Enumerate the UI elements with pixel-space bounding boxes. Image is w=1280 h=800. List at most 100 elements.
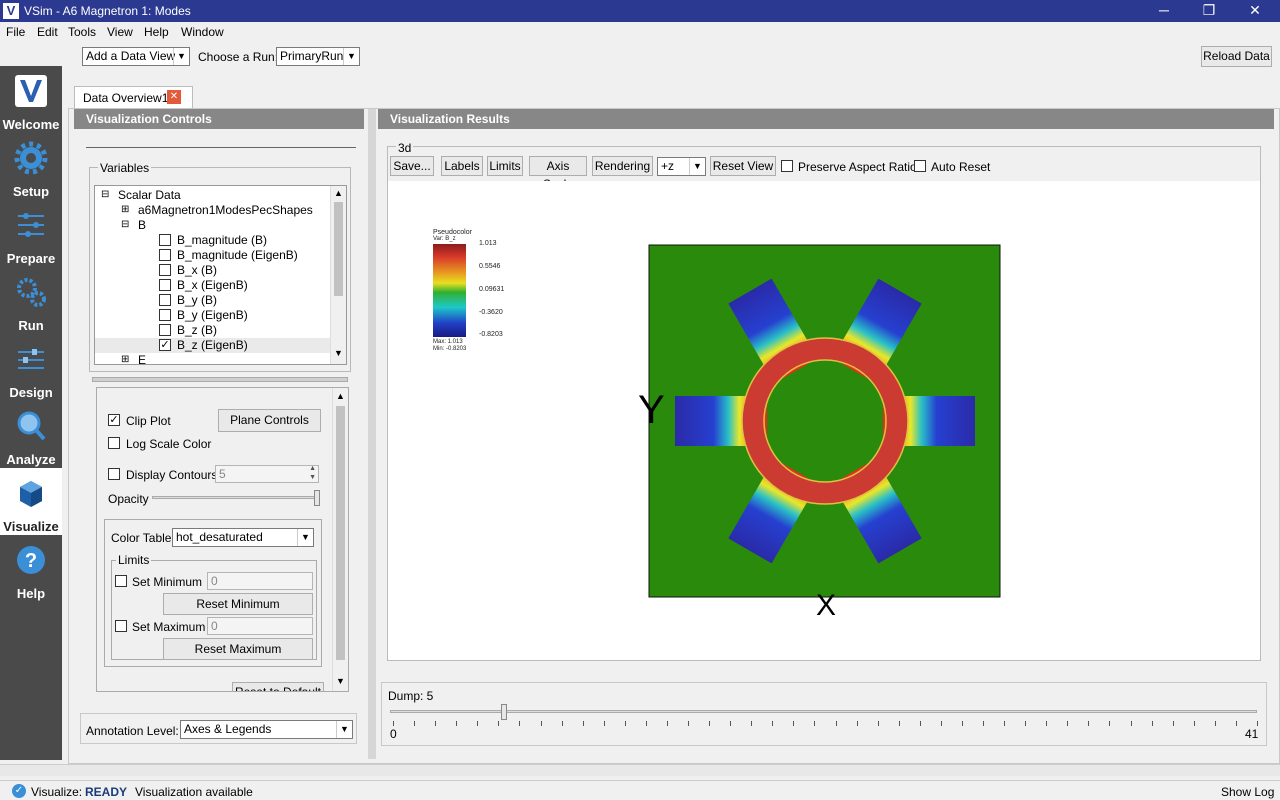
tree-node-e[interactable]: E [138, 353, 146, 364]
menu-help[interactable]: Help [144, 25, 169, 39]
tree-row[interactable]: ✓ B_z (EigenB) [95, 338, 331, 353]
reset-to-default-button[interactable]: Reset to Default [232, 682, 324, 691]
run-select[interactable]: PrimaryRun ▼ [276, 47, 360, 66]
legend-tick: 1.013 [479, 240, 497, 247]
splitter[interactable] [368, 109, 376, 759]
sidebar-item-label: Help [16, 586, 46, 601]
gear-icon [14, 141, 48, 175]
scroll-up-icon[interactable]: ▲ [336, 391, 345, 401]
sidebar: Welcome Setup Prepare Run Design Analyze… [0, 66, 62, 760]
tree-row[interactable]: B_y (B) [95, 293, 331, 308]
reset-minimum-button[interactable]: Reset Minimum [163, 593, 313, 615]
stepper-arrows-icon[interactable]: ▲ ▼ [309, 464, 316, 482]
scroll-up-icon[interactable]: ▲ [334, 188, 343, 198]
menu-file[interactable]: File [6, 25, 25, 39]
limits-button[interactable]: Limits [487, 156, 523, 176]
show-log-button[interactable]: Show Log [1221, 785, 1274, 799]
sidebar-item-prepare[interactable]: Prepare [0, 200, 62, 267]
expand-icon[interactable]: ⊞ [121, 204, 129, 215]
sidebar-item-analyze[interactable]: Analyze [0, 401, 62, 468]
tree-node-shapes[interactable]: a6Magnetron1ModesPecShapes [138, 203, 313, 217]
minimize-icon[interactable]: ─ [1149, 2, 1179, 20]
set-minimum-checkbox[interactable] [115, 575, 127, 587]
variable-checkbox[interactable] [159, 309, 171, 321]
plot-options: ✓ Clip Plot Plane Controls Log Scale Col… [96, 387, 349, 692]
slider-tick [919, 721, 921, 726]
dump-slider-handle[interactable] [501, 704, 508, 720]
labels-button[interactable]: Labels [441, 156, 483, 176]
close-icon[interactable]: ✕ [1240, 2, 1270, 20]
horizontal-scrollbar[interactable] [0, 764, 1280, 776]
restore-icon[interactable]: ❐ [1194, 2, 1224, 20]
set-maximum-checkbox[interactable] [115, 620, 127, 632]
sidebar-item-help[interactable]: ? Help [0, 535, 62, 602]
reset-maximum-button[interactable]: Reset Maximum [163, 638, 313, 660]
menu-tools[interactable]: Tools [68, 25, 96, 39]
panel-splitter[interactable] [92, 377, 348, 382]
menu-window[interactable]: Window [181, 25, 224, 39]
sidebar-item-run[interactable]: Run [0, 267, 62, 334]
tab-data-overview[interactable]: Data Overview1 ✕ [74, 86, 193, 108]
reset-view-button[interactable]: Reset View [710, 156, 776, 176]
menu-view[interactable]: View [107, 25, 133, 39]
slider-tick [1214, 721, 1216, 726]
scroll-down-icon[interactable]: ▼ [336, 676, 345, 686]
variable-checkbox[interactable] [159, 234, 171, 246]
view-direction-select[interactable]: +z ▼ [657, 157, 706, 176]
variable-checkbox[interactable] [159, 294, 171, 306]
rendering-button[interactable]: Rendering [592, 156, 653, 176]
contours-stepper[interactable]: 5 ▲ ▼ [215, 465, 319, 483]
tree-row[interactable]: B_x (EigenB) [95, 278, 331, 293]
sidebar-item-design[interactable]: Design [0, 334, 62, 401]
scroll-thumb[interactable] [336, 406, 345, 660]
opacity-label: Opacity [108, 492, 149, 506]
tree-node-scalar[interactable]: Scalar Data [118, 188, 181, 202]
variable-label: B_z (B) [177, 323, 218, 337]
close-tab-icon[interactable]: ✕ [167, 90, 181, 104]
menu-edit[interactable]: Edit [37, 25, 58, 39]
log-scale-checkbox[interactable] [108, 437, 120, 449]
reload-data-button[interactable]: Reload Data [1201, 46, 1272, 67]
display-contours-checkbox[interactable] [108, 468, 120, 480]
variable-checkbox[interactable] [159, 279, 171, 291]
save-button[interactable]: Save... [390, 156, 434, 176]
options-scrollbar[interactable]: ▲ ▼ [332, 388, 348, 691]
plane-controls-button[interactable]: Plane Controls [218, 409, 321, 432]
scroll-down-icon[interactable]: ▼ [334, 348, 343, 358]
sidebar-item-setup[interactable]: Setup [0, 133, 62, 200]
collapse-icon[interactable]: ⊟ [101, 189, 109, 200]
render-view[interactable]: Pseudocolor Var: B_z 1.013 0.5546 0.0963… [388, 181, 1260, 660]
auto-reset-checkbox[interactable] [914, 160, 926, 172]
opacity-slider[interactable] [152, 496, 318, 499]
annotation-level-select[interactable]: Axes & Legends ▼ [180, 720, 353, 739]
scroll-thumb[interactable] [334, 202, 343, 296]
color-table-select[interactable]: hot_desaturated ▼ [172, 528, 314, 547]
dump-label: Dump: 5 [388, 689, 434, 703]
tree-scrollbar[interactable]: ▲ ▼ [330, 186, 346, 364]
maximum-field[interactable]: 0 [207, 617, 313, 635]
sidebar-item-visualize[interactable]: Visualize [0, 468, 62, 535]
preserve-aspect-checkbox[interactable] [781, 160, 793, 172]
tree-row[interactable]: B_y (EigenB) [95, 308, 331, 323]
expand-icon[interactable]: ⊞ [121, 354, 129, 364]
variable-checkbox[interactable] [159, 249, 171, 261]
variable-checkbox[interactable]: ✓ [159, 339, 171, 351]
dump-slider[interactable] [390, 710, 1257, 713]
tree-row[interactable]: B_magnitude (B) [95, 233, 331, 248]
tree-row[interactable]: B_magnitude (EigenB) [95, 248, 331, 263]
sliders-icon [18, 213, 44, 237]
minimum-field[interactable]: 0 [207, 572, 313, 590]
axis-scale-button[interactable]: Axis Scale [529, 156, 587, 191]
variable-checkbox[interactable] [159, 264, 171, 276]
tree-node-b[interactable]: B [138, 218, 146, 232]
variable-label: B_magnitude (EigenB) [177, 248, 298, 262]
sidebar-item-welcome[interactable]: Welcome [0, 66, 62, 133]
tree-row[interactable]: B_z (B) [95, 323, 331, 338]
collapse-icon[interactable]: ⊟ [121, 219, 129, 230]
tree-row[interactable]: B_x (B) [95, 263, 331, 278]
add-data-view-dropdown[interactable]: Add a Data View ▼ [82, 47, 190, 66]
variable-checkbox[interactable] [159, 324, 171, 336]
slider-tick [645, 721, 647, 726]
clip-plot-checkbox[interactable]: ✓ [108, 414, 120, 426]
opacity-slider-handle[interactable] [314, 490, 320, 506]
